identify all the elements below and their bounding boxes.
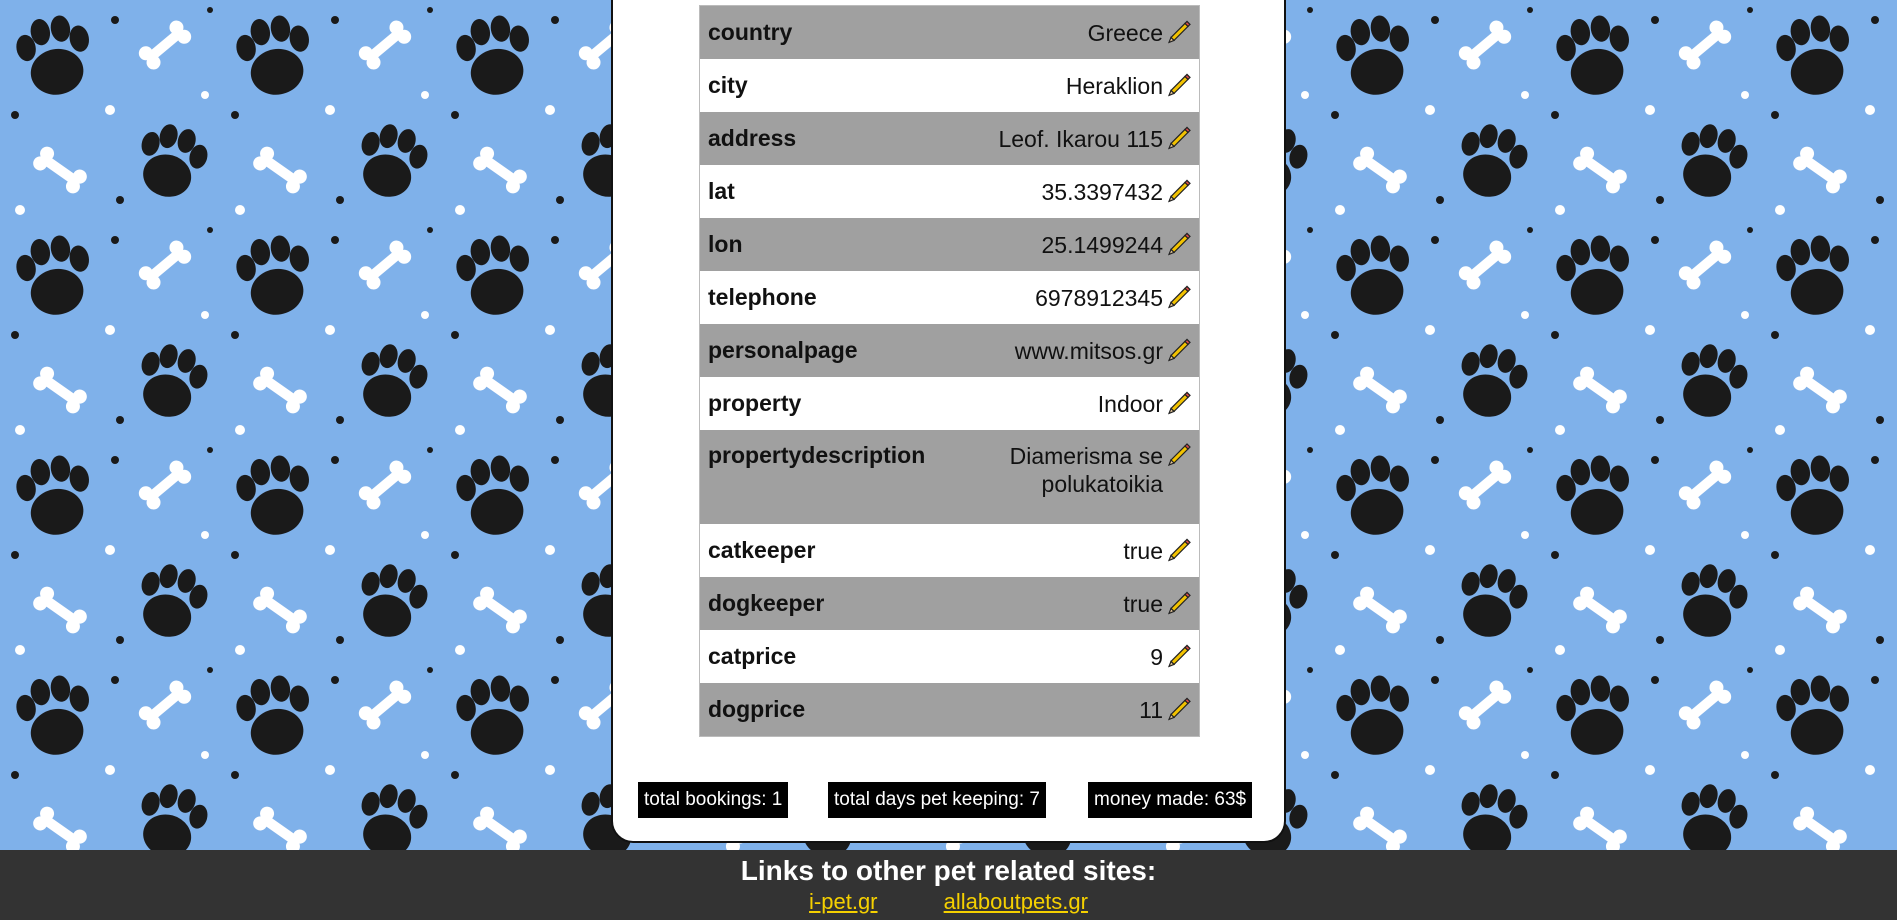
field-value: 6978912345 [1035, 284, 1163, 311]
field-value-cell: true [976, 577, 1200, 630]
field-value-cell: 9 [976, 630, 1200, 683]
field-value: Leof. Ikarou 115 [998, 125, 1163, 152]
field-label: catkeeper [699, 524, 976, 577]
pencil-icon[interactable] [1165, 229, 1191, 255]
pencil-icon[interactable] [1165, 588, 1191, 614]
field-label: country [699, 5, 976, 59]
money-made-badge: money made: 63$ [1088, 782, 1253, 818]
pencil-icon[interactable] [1165, 335, 1191, 361]
info-row-telephone: telephone 6978912345 [699, 271, 1200, 324]
field-value-cell: Leof. Ikarou 115 [976, 112, 1200, 165]
field-value: www.mitsos.gr [1014, 337, 1163, 364]
link-allaboutpets[interactable]: allaboutpets.gr [944, 889, 1088, 914]
field-label: dogkeeper [699, 577, 976, 630]
pencil-icon[interactable] [1165, 17, 1191, 43]
info-row-property: property Indoor [699, 377, 1200, 430]
field-value-cell: Greece [976, 5, 1200, 59]
field-label: dogprice [699, 683, 976, 737]
field-value: true [1123, 537, 1163, 564]
field-value-cell: true [976, 524, 1200, 577]
total-days-badge: total days pet keeping: 7 [828, 782, 1046, 818]
field-value: 35.3397432 [1041, 178, 1163, 205]
info-row-city: city Heraklion [699, 59, 1200, 112]
footer: Links to other pet related sites: i-pet.… [0, 850, 1897, 920]
pencil-icon[interactable] [1165, 282, 1191, 308]
pencil-icon[interactable] [1165, 440, 1191, 467]
field-value: 11 [1139, 696, 1163, 723]
field-label: telephone [699, 271, 976, 324]
link-i-pet[interactable]: i-pet.gr [809, 889, 877, 914]
pencil-icon[interactable] [1165, 70, 1191, 96]
field-label: propertydescription [699, 430, 976, 524]
info-row-personalpage: personalpage www.mitsos.gr [699, 324, 1200, 377]
field-value: Greece [1087, 19, 1163, 46]
field-value-cell: Diamerisma se polukatoikia [976, 430, 1200, 524]
field-value-cell: Heraklion [976, 59, 1200, 112]
field-value: Heraklion [1065, 72, 1163, 99]
field-value: true [1123, 590, 1163, 617]
field-label: city [699, 59, 976, 112]
pencil-icon[interactable] [1165, 641, 1191, 667]
field-value-cell: 11 [976, 683, 1200, 737]
profile-info-table: country Greece city Heraklion address Leof. I… [699, 5, 1200, 737]
field-value-cell: www.mitsos.gr [976, 324, 1200, 377]
pencil-icon[interactable] [1165, 388, 1191, 414]
field-value-cell: 35.3397432 [976, 165, 1200, 218]
info-row-dogprice: dogprice 11 [699, 683, 1200, 737]
pencil-icon[interactable] [1165, 176, 1191, 202]
field-value-cell: Indoor [976, 377, 1200, 430]
field-label: personalpage [699, 324, 976, 377]
info-row-propertydescription: propertydescription Diamerisma se polukat… [699, 430, 1200, 524]
info-row-dogkeeper: dogkeeper true [699, 577, 1200, 630]
info-row-catkeeper: catkeeper true [699, 524, 1200, 577]
field-value: Diamerisma se polukatoikia [1009, 443, 1163, 497]
info-row-lon: lon 25.1499244 [699, 218, 1200, 271]
field-value-cell: 25.1499244 [976, 218, 1200, 271]
field-value: 25.1499244 [1041, 231, 1163, 258]
info-row-lat: lat 35.3397432 [699, 165, 1200, 218]
field-value: 9 [1150, 643, 1163, 670]
field-label: lon [699, 218, 976, 271]
pencil-icon[interactable] [1165, 535, 1191, 561]
footer-links: i-pet.gr allaboutpets.gr [0, 888, 1897, 916]
footer-title: Links to other pet related sites: [740, 855, 1157, 886]
info-row-catprice: catprice 9 [699, 630, 1200, 683]
total-bookings-badge: total bookings: 1 [638, 782, 789, 818]
field-label: lat [699, 165, 976, 218]
field-label: catprice [699, 630, 976, 683]
pencil-icon[interactable] [1165, 123, 1191, 149]
field-label: property [699, 377, 976, 430]
info-row-address: address Leof. Ikarou 115 [699, 112, 1200, 165]
field-value: Indoor [1097, 390, 1163, 417]
field-label: address [699, 112, 976, 165]
info-row-country: country Greece [699, 5, 1200, 59]
pencil-icon[interactable] [1165, 694, 1191, 720]
field-value-cell: 6978912345 [976, 271, 1200, 324]
